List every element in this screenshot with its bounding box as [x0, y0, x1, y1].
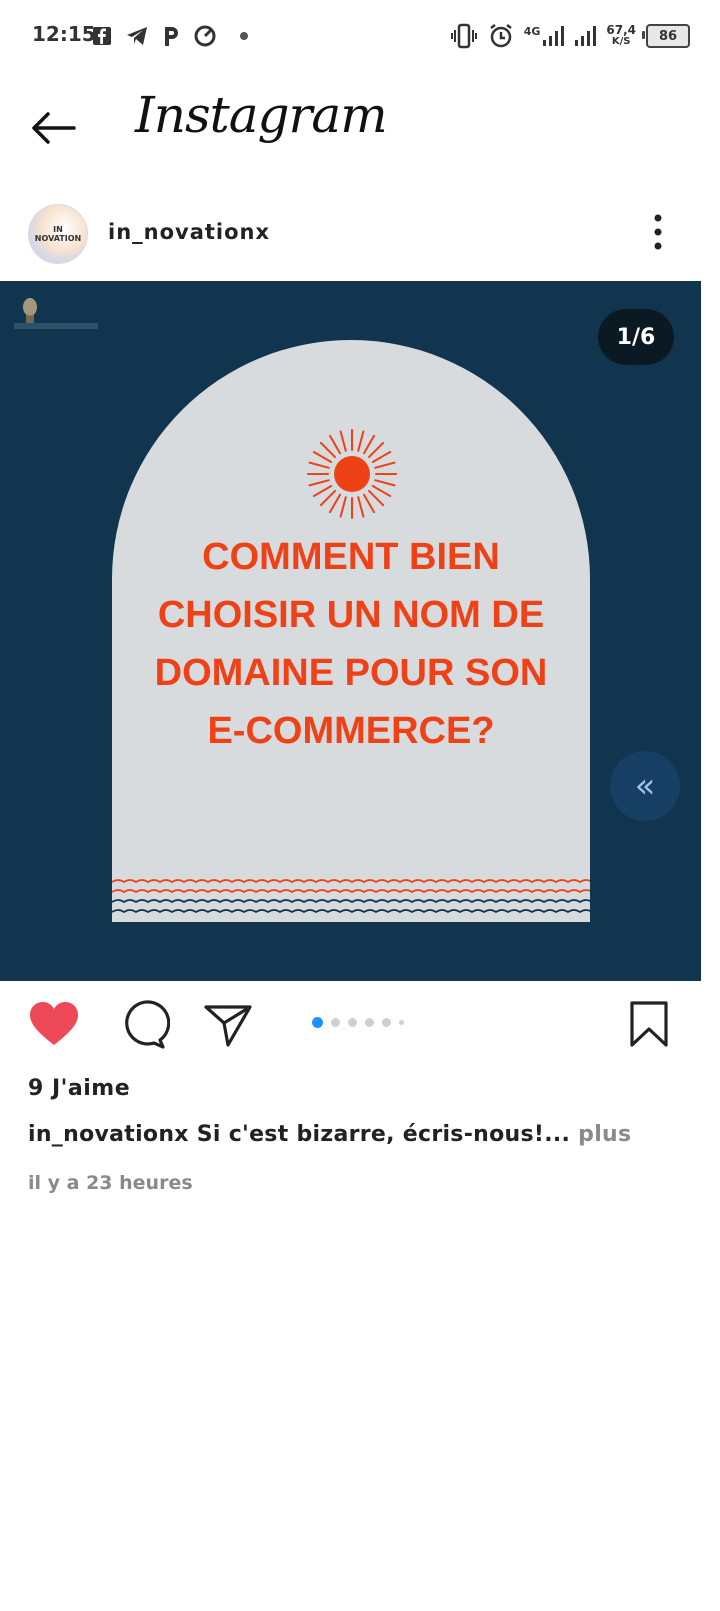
- avatar[interactable]: IN NOVATION: [28, 204, 88, 264]
- post-timestamp: il y a 23 heures: [28, 1172, 193, 1194]
- headline-line: CHOISIR UN NOM DE: [157, 594, 545, 636]
- slide-arch: COMMENT BIEN CHOISIR UN NOM DE DOMAINE P…: [112, 340, 590, 922]
- net-speed-value: 67,4: [606, 23, 636, 37]
- speed-icon: [194, 25, 216, 47]
- page-counter-text: 1/6: [616, 324, 656, 350]
- carousel-dot: [348, 1018, 357, 1027]
- innovation-logo-icon: [14, 298, 98, 329]
- sun-icon: [307, 429, 397, 519]
- status-time: 12:15: [32, 22, 96, 46]
- share-send-icon[interactable]: [200, 995, 256, 1053]
- app-title: Instagram: [135, 86, 388, 144]
- bookmark-icon[interactable]: [622, 995, 678, 1053]
- slide-headline: COMMENT BIEN CHOISIR UN NOM DE DOMAINE P…: [112, 528, 590, 760]
- post-header: IN NOVATION in_novationx: [0, 196, 720, 276]
- carousel-dot: [365, 1018, 374, 1027]
- carousel-prev-button[interactable]: «: [610, 751, 680, 821]
- caption: in_novationx Si c'est bizarre, écris-nou…: [28, 1122, 698, 1147]
- app-header: Instagram: [0, 72, 720, 182]
- more-options-icon[interactable]: [640, 212, 676, 252]
- battery-level: 86: [658, 28, 678, 44]
- network-type: 4G: [523, 25, 541, 38]
- battery-icon: 86: [642, 24, 690, 48]
- signal-icon-2: [575, 26, 597, 46]
- like-heart-icon[interactable]: [26, 995, 82, 1053]
- post-username[interactable]: in_novationx: [108, 220, 270, 244]
- avatar-text: IN NOVATION: [34, 225, 82, 243]
- wave-decoration: [112, 879, 590, 914]
- caption-text: Si c'est bizarre, écris-nous!...: [196, 1122, 571, 1147]
- caption-more-link[interactable]: plus: [578, 1122, 631, 1147]
- carousel-indicator: [312, 1017, 404, 1028]
- parking-icon: [165, 27, 178, 46]
- headline-line: E-COMMERCE?: [207, 710, 495, 752]
- vibrate-icon: [450, 23, 477, 49]
- alarm-icon: [489, 24, 512, 48]
- status-bar: 12:15 4G 67,4 K/S 86: [0, 0, 720, 72]
- comment-icon[interactable]: [114, 995, 170, 1053]
- post-image[interactable]: 1/6 COMMENT BIEN CHOISIR UN NOM DE DOMAI…: [0, 281, 701, 981]
- likes-count[interactable]: 9 J'aime: [28, 1076, 130, 1101]
- action-bar: [0, 995, 720, 1057]
- double-chevron-left-icon: «: [634, 766, 656, 806]
- caption-username[interactable]: in_novationx: [28, 1122, 189, 1147]
- headline-line: COMMENT BIEN: [202, 536, 500, 578]
- carousel-dot-active: [312, 1017, 323, 1028]
- back-arrow-icon[interactable]: [28, 102, 80, 154]
- headline-line: DOMAINE POUR SON: [154, 652, 548, 694]
- carousel-dot: [331, 1018, 340, 1027]
- notification-icons: [92, 22, 250, 50]
- signal-icon: [543, 26, 565, 46]
- net-speed: 67,4 K/S: [606, 24, 636, 48]
- carousel-dot: [382, 1018, 391, 1027]
- net-speed-unit: K/S: [611, 36, 631, 47]
- system-icons: 4G 67,4 K/S 86: [450, 20, 690, 52]
- dot-icon: [240, 32, 248, 40]
- facebook-icon: [93, 27, 111, 45]
- signal-4g: 4G: [524, 25, 565, 47]
- page-counter: 1/6: [598, 309, 674, 365]
- carousel-dot: [399, 1020, 404, 1025]
- telegram-icon: [127, 27, 147, 45]
